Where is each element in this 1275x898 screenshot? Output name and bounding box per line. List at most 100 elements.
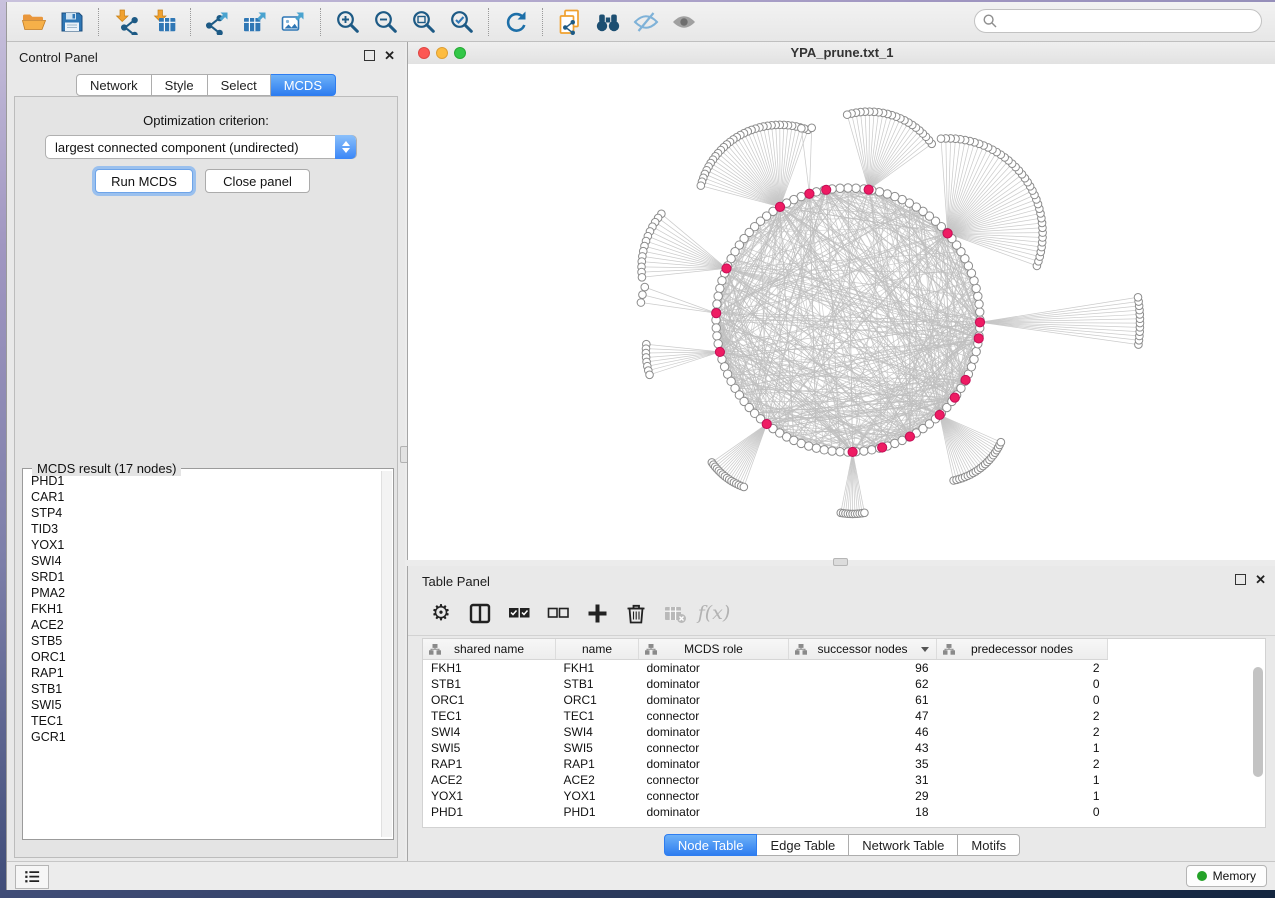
table-row[interactable]: RAP1RAP1dominator352: [423, 756, 1108, 772]
cell-MCDS-role[interactable]: connector: [639, 788, 789, 804]
horizontal-splitter-grip[interactable]: [833, 558, 848, 566]
export-image-button[interactable]: [275, 6, 313, 38]
optimization-dropdown[interactable]: largest connected component (undirected): [45, 135, 357, 159]
cell-MCDS-role[interactable]: connector: [639, 708, 789, 724]
search-input[interactable]: [974, 9, 1262, 33]
cell-predecessor-nodes[interactable]: 0: [937, 676, 1108, 692]
cell-name[interactable]: ORC1: [556, 692, 639, 708]
table-float-icon[interactable]: [1235, 574, 1246, 585]
mcds-list-scrollbar[interactable]: [381, 471, 392, 837]
table-row[interactable]: SWI4SWI4dominator462: [423, 724, 1108, 740]
cell-shared-name[interactable]: STB1: [423, 676, 556, 692]
cell-MCDS-role[interactable]: dominator: [639, 724, 789, 740]
mcds-result-item[interactable]: STP4: [31, 505, 381, 521]
zoom-selected-button[interactable]: [443, 6, 481, 38]
cell-MCDS-role[interactable]: dominator: [639, 676, 789, 692]
network-canvas[interactable]: [408, 64, 1275, 560]
tab-select[interactable]: Select: [208, 74, 271, 96]
delete-row-button[interactable]: [623, 600, 649, 626]
tab-edge-table[interactable]: Edge Table: [757, 834, 849, 856]
cell-predecessor-nodes[interactable]: 2: [937, 660, 1108, 677]
cell-shared-name[interactable]: ORC1: [423, 692, 556, 708]
duplicate-network-button[interactable]: [551, 6, 589, 38]
cell-successor-nodes[interactable]: 62: [789, 676, 937, 692]
mcds-result-item[interactable]: ORC1: [31, 649, 381, 665]
tab-style[interactable]: Style: [152, 74, 208, 96]
table-row[interactable]: PHD1PHD1dominator180: [423, 804, 1108, 820]
import-table-button[interactable]: [145, 6, 183, 38]
mcds-result-item[interactable]: CAR1: [31, 489, 381, 505]
table-row[interactable]: TEC1TEC1connector472: [423, 708, 1108, 724]
cell-MCDS-role[interactable]: dominator: [639, 660, 789, 677]
mcds-result-item[interactable]: ACE2: [31, 617, 381, 633]
memory-button[interactable]: Memory: [1186, 865, 1267, 887]
mcds-result-item[interactable]: SRD1: [31, 569, 381, 585]
cell-predecessor-nodes[interactable]: 1: [937, 772, 1108, 788]
show-columns-button[interactable]: [467, 600, 493, 626]
cell-MCDS-role[interactable]: connector: [639, 772, 789, 788]
cell-predecessor-nodes[interactable]: 1: [937, 788, 1108, 804]
mcds-result-item[interactable]: RAP1: [31, 665, 381, 681]
column-header-predecessor-nodes[interactable]: predecessor nodes: [937, 639, 1108, 660]
zoom-out-button[interactable]: [367, 6, 405, 38]
open-folder-button[interactable]: [15, 6, 53, 38]
zoom-fit-button[interactable]: [405, 6, 443, 38]
zoom-in-button[interactable]: [329, 6, 367, 38]
cell-MCDS-role[interactable]: dominator: [639, 804, 789, 820]
close-panel-button[interactable]: Close panel: [205, 169, 310, 193]
dropdown-spinner-icon[interactable]: [335, 135, 356, 159]
cell-successor-nodes[interactable]: 46: [789, 724, 937, 740]
table-row[interactable]: SWI5SWI5connector431: [423, 740, 1108, 756]
export-table-button[interactable]: [237, 6, 275, 38]
cell-successor-nodes[interactable]: 18: [789, 804, 937, 820]
mcds-result-item[interactable]: PHD1: [31, 473, 381, 489]
add-row-button[interactable]: [584, 600, 610, 626]
table-row[interactable]: STB1STB1dominator620: [423, 676, 1108, 692]
tab-motifs[interactable]: Motifs: [958, 834, 1020, 856]
column-settings-gear-button[interactable]: ⚙: [428, 600, 454, 626]
select-all-checks-button[interactable]: [506, 600, 532, 626]
mcds-result-item[interactable]: STB1: [31, 681, 381, 697]
cell-name[interactable]: SWI5: [556, 740, 639, 756]
cell-successor-nodes[interactable]: 43: [789, 740, 937, 756]
cell-MCDS-role[interactable]: dominator: [639, 756, 789, 772]
cell-shared-name[interactable]: TEC1: [423, 708, 556, 724]
cell-MCDS-role[interactable]: connector: [639, 740, 789, 756]
mcds-result-item[interactable]: TID3: [31, 521, 381, 537]
table-row[interactable]: ORC1ORC1dominator610: [423, 692, 1108, 708]
refresh-view-button[interactable]: [497, 6, 535, 38]
cell-predecessor-nodes[interactable]: 2: [937, 756, 1108, 772]
cell-name[interactable]: FKH1: [556, 660, 639, 677]
cell-name[interactable]: YOX1: [556, 788, 639, 804]
cell-name[interactable]: STB1: [556, 676, 639, 692]
mcds-result-item[interactable]: GCR1: [31, 729, 381, 745]
show-all-button[interactable]: [665, 6, 703, 38]
cell-predecessor-nodes[interactable]: 0: [937, 804, 1108, 820]
cell-shared-name[interactable]: FKH1: [423, 660, 556, 677]
cell-successor-nodes[interactable]: 47: [789, 708, 937, 724]
mcds-result-item[interactable]: STB5: [31, 633, 381, 649]
cell-predecessor-nodes[interactable]: 2: [937, 708, 1108, 724]
cell-successor-nodes[interactable]: 61: [789, 692, 937, 708]
cell-successor-nodes[interactable]: 35: [789, 756, 937, 772]
deselect-all-checks-button[interactable]: [545, 600, 571, 626]
cell-predecessor-nodes[interactable]: 0: [937, 692, 1108, 708]
cell-successor-nodes[interactable]: 31: [789, 772, 937, 788]
tab-network[interactable]: Network: [76, 74, 152, 96]
cell-shared-name[interactable]: YOX1: [423, 788, 556, 804]
column-header-MCDS-role[interactable]: MCDS role: [639, 639, 789, 660]
mcds-result-list[interactable]: PHD1CAR1STP4TID3YOX1SWI4SRD1PMA2FKH1ACE2…: [23, 473, 381, 837]
mcds-result-item[interactable]: SWI5: [31, 697, 381, 713]
mcds-result-item[interactable]: PMA2: [31, 585, 381, 601]
cell-predecessor-nodes[interactable]: 2: [937, 724, 1108, 740]
table-row[interactable]: ACE2ACE2connector311: [423, 772, 1108, 788]
cell-shared-name[interactable]: SWI4: [423, 724, 556, 740]
run-mcds-button[interactable]: Run MCDS: [95, 169, 193, 193]
hide-selected-button[interactable]: [627, 6, 665, 38]
tab-node-table[interactable]: Node Table: [664, 834, 758, 856]
import-network-button[interactable]: [107, 6, 145, 38]
column-header-shared-name[interactable]: shared name: [423, 639, 556, 660]
float-icon[interactable]: [364, 50, 375, 61]
cell-name[interactable]: PHD1: [556, 804, 639, 820]
table-close-icon[interactable]: ✕: [1255, 575, 1266, 584]
